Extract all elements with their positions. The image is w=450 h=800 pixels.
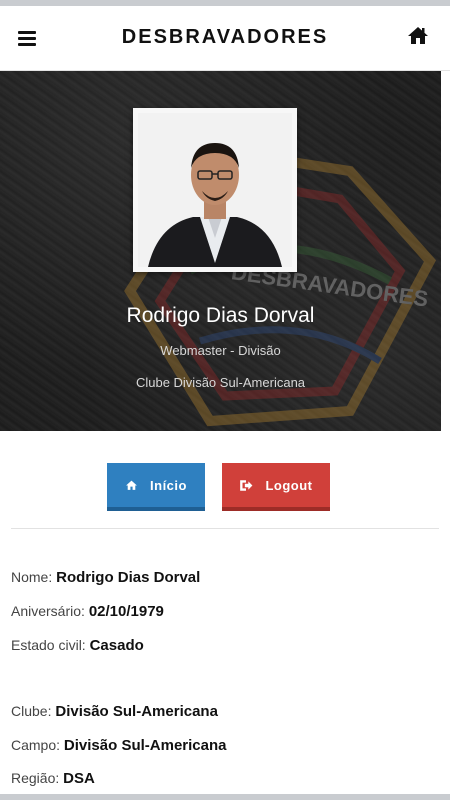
logout-button[interactable]: Logout: [222, 463, 330, 511]
info-label: Aniversário:: [11, 603, 85, 619]
home-icon: [408, 27, 428, 44]
info-value: Rodrigo Dias Dorval: [56, 569, 201, 586]
info-regiao: Região: DSA: [11, 770, 95, 787]
info-campo: Campo: Divisão Sul-Americana: [11, 737, 226, 754]
inicio-label: Início: [150, 477, 187, 493]
info-value: Divisão Sul-Americana: [55, 703, 218, 720]
sign-out-icon: [240, 479, 253, 491]
info-clube: Clube: Divisão Sul-Americana: [11, 703, 218, 720]
profile-club: Clube Divisão Sul-Americana: [135, 375, 306, 390]
profile-role: Webmaster - Divisão: [160, 343, 281, 358]
avatar: [138, 113, 292, 267]
home-icon: [126, 480, 137, 490]
info-estado-civil: Estado civil: Casado: [11, 637, 144, 654]
info-value: Divisão Sul-Americana: [63, 737, 227, 754]
logout-label: Logout: [265, 477, 313, 493]
hero-edge: [441, 71, 450, 431]
info-value: 02/10/1979: [88, 603, 164, 620]
info-label: Região:: [11, 770, 60, 786]
info-value: DSA: [63, 770, 95, 787]
app-header: DESBRAVADORES: [0, 6, 450, 71]
info-value: Casado: [89, 637, 144, 654]
profile-actions: Início Logout: [0, 463, 450, 513]
info-nome: Nome: Rodrigo Dias Dorval: [11, 569, 200, 586]
info-label: Campo:: [11, 737, 61, 753]
info-aniversario: Aniversário: 02/10/1979: [11, 603, 164, 620]
profile-name: Rodrigo Dias Dorval: [126, 304, 315, 327]
info-label: Nome:: [11, 569, 53, 585]
profile-hero: DESBRAVADORES Rodrigo Dias Dorval Webmas…: [0, 71, 441, 431]
inicio-button[interactable]: Início: [107, 463, 205, 511]
profile-photo: [133, 108, 297, 272]
bottom-strip: [0, 794, 450, 800]
info-label: Estado civil:: [11, 637, 86, 653]
app-title: DESBRAVADORES: [121, 26, 329, 48]
info-label: Clube:: [11, 703, 52, 719]
section-divider: [11, 528, 439, 529]
home-button[interactable]: [406, 24, 430, 48]
